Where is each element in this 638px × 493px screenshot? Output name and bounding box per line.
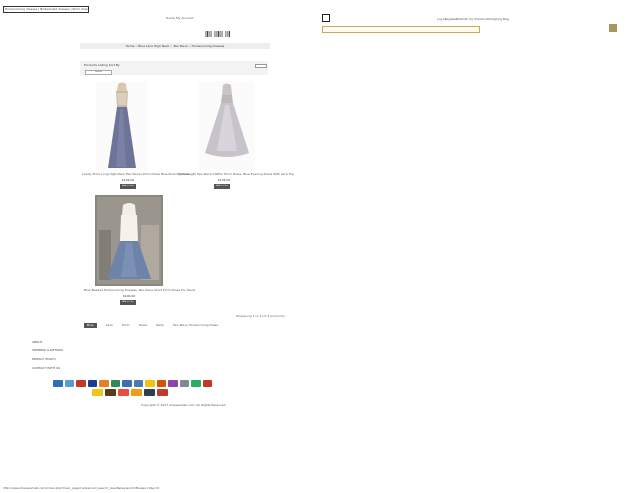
product-name-1[interactable]: Lovely Prom Long High-Neck Two Pieces Pr… xyxy=(82,172,190,176)
product-name-3[interactable]: Blue Beaded Homecoming Dresses, Two Piec… xyxy=(84,288,195,292)
footer-link-privacy[interactable]: PRIVACY POLICY xyxy=(32,357,56,361)
grey-two-piece-dress-image xyxy=(199,81,255,170)
footer-link-shipping[interactable]: SHIPPING & RETURN xyxy=(32,348,63,352)
amex-icon xyxy=(64,380,74,387)
copyright-text: Copyright © 2017 dressesmall.com. All Ri… xyxy=(141,403,227,407)
product-price-3: $100.00 xyxy=(122,294,136,298)
footer-link-about[interactable]: ABOUT xyxy=(32,340,42,344)
sort-label: Products Listing Sort By xyxy=(84,63,120,67)
view-toggle-button[interactable] xyxy=(255,64,267,68)
search-bar[interactable] xyxy=(322,26,480,33)
western-union-icon xyxy=(145,380,155,387)
blue-long-dress-image xyxy=(96,81,148,170)
right-nav-wishlist[interactable]: Wishlist (0) xyxy=(456,17,473,21)
mastercard-icon xyxy=(76,380,86,387)
tag-party[interactable]: Party xyxy=(156,323,164,328)
breadcrumb: Home :: Blue Lace High Neck :: Two Piece… xyxy=(80,43,270,49)
ups-icon xyxy=(105,389,116,396)
pager-text: Displaying 1 to 3 (of 3 products) xyxy=(236,314,285,318)
right-nav-checkout[interactable]: Checkout xyxy=(474,17,488,21)
shipping-icons xyxy=(92,389,172,397)
visa-icon xyxy=(87,380,97,387)
sofort-icon xyxy=(179,380,189,387)
ems-icon xyxy=(118,389,129,396)
product-price-1: $129.00 xyxy=(121,178,135,182)
tag-two-piece[interactable]: Two-Piece Homecoming Dress xyxy=(173,323,218,328)
right-logo[interactable] xyxy=(322,14,330,22)
nav-account[interactable]: My Account xyxy=(176,16,193,20)
tag-lace[interactable]: Lace xyxy=(106,323,113,328)
tab-title: Homecoming dresses | Bridesmaid dresses … xyxy=(5,7,88,11)
right-nav-bag[interactable]: Shopping Bag xyxy=(488,17,509,21)
product-name-2[interactable]: Floor-length Two-Piece Chiffon Prom Dres… xyxy=(178,172,294,176)
add-to-cart-button-2[interactable]: Add to Cart xyxy=(214,184,230,189)
tag-list: Blue Lace Prom Dress Party Two-Piece Hom… xyxy=(84,323,222,328)
tnt-icon xyxy=(131,389,142,396)
product-price-2: $135.00 xyxy=(217,178,231,182)
discover-icon xyxy=(99,380,109,387)
breadcrumb-text: Home :: Blue Lace High Neck :: Two Piece… xyxy=(125,44,225,48)
product-image-2[interactable] xyxy=(199,81,255,170)
tag-blue[interactable]: Blue xyxy=(84,323,97,328)
sort-select-value: Default xyxy=(94,71,103,73)
giropay-icon xyxy=(168,380,178,387)
tag-dress[interactable]: Dress xyxy=(139,323,147,328)
corner-badge[interactable] xyxy=(609,24,617,32)
add-to-cart-button-3[interactable]: Add to Cart xyxy=(120,300,136,305)
jcb-icon xyxy=(110,380,120,387)
tag-prom[interactable]: Prom xyxy=(122,323,130,328)
diners-icon xyxy=(122,380,132,387)
fedex-icon xyxy=(157,389,168,396)
add-to-cart-button-1[interactable]: Add to Cart xyxy=(120,184,136,189)
dhl-icon xyxy=(92,389,103,396)
secure-icon xyxy=(191,380,201,387)
status-url: http://www.dressesmall.com/index.php?mai… xyxy=(3,486,160,490)
sort-select[interactable]: Default xyxy=(85,70,112,75)
payment-icons xyxy=(53,380,215,388)
moneybookers-icon xyxy=(133,380,143,387)
paypal-icon xyxy=(53,380,63,387)
blue-short-dress-image xyxy=(95,195,163,286)
verisign-icon xyxy=(202,380,212,387)
usps-icon xyxy=(144,389,155,396)
product-image-1[interactable] xyxy=(96,81,148,170)
site-logo[interactable] xyxy=(205,31,230,37)
browser-title-bar: Homecoming dresses | Bridesmaid dresses … xyxy=(3,6,89,13)
nav-home[interactable]: Home xyxy=(166,16,175,20)
product-image-3[interactable] xyxy=(95,195,163,286)
footer-link-contact[interactable]: CONTACT WITH US xyxy=(32,366,60,370)
bank-transfer-icon xyxy=(156,380,166,387)
